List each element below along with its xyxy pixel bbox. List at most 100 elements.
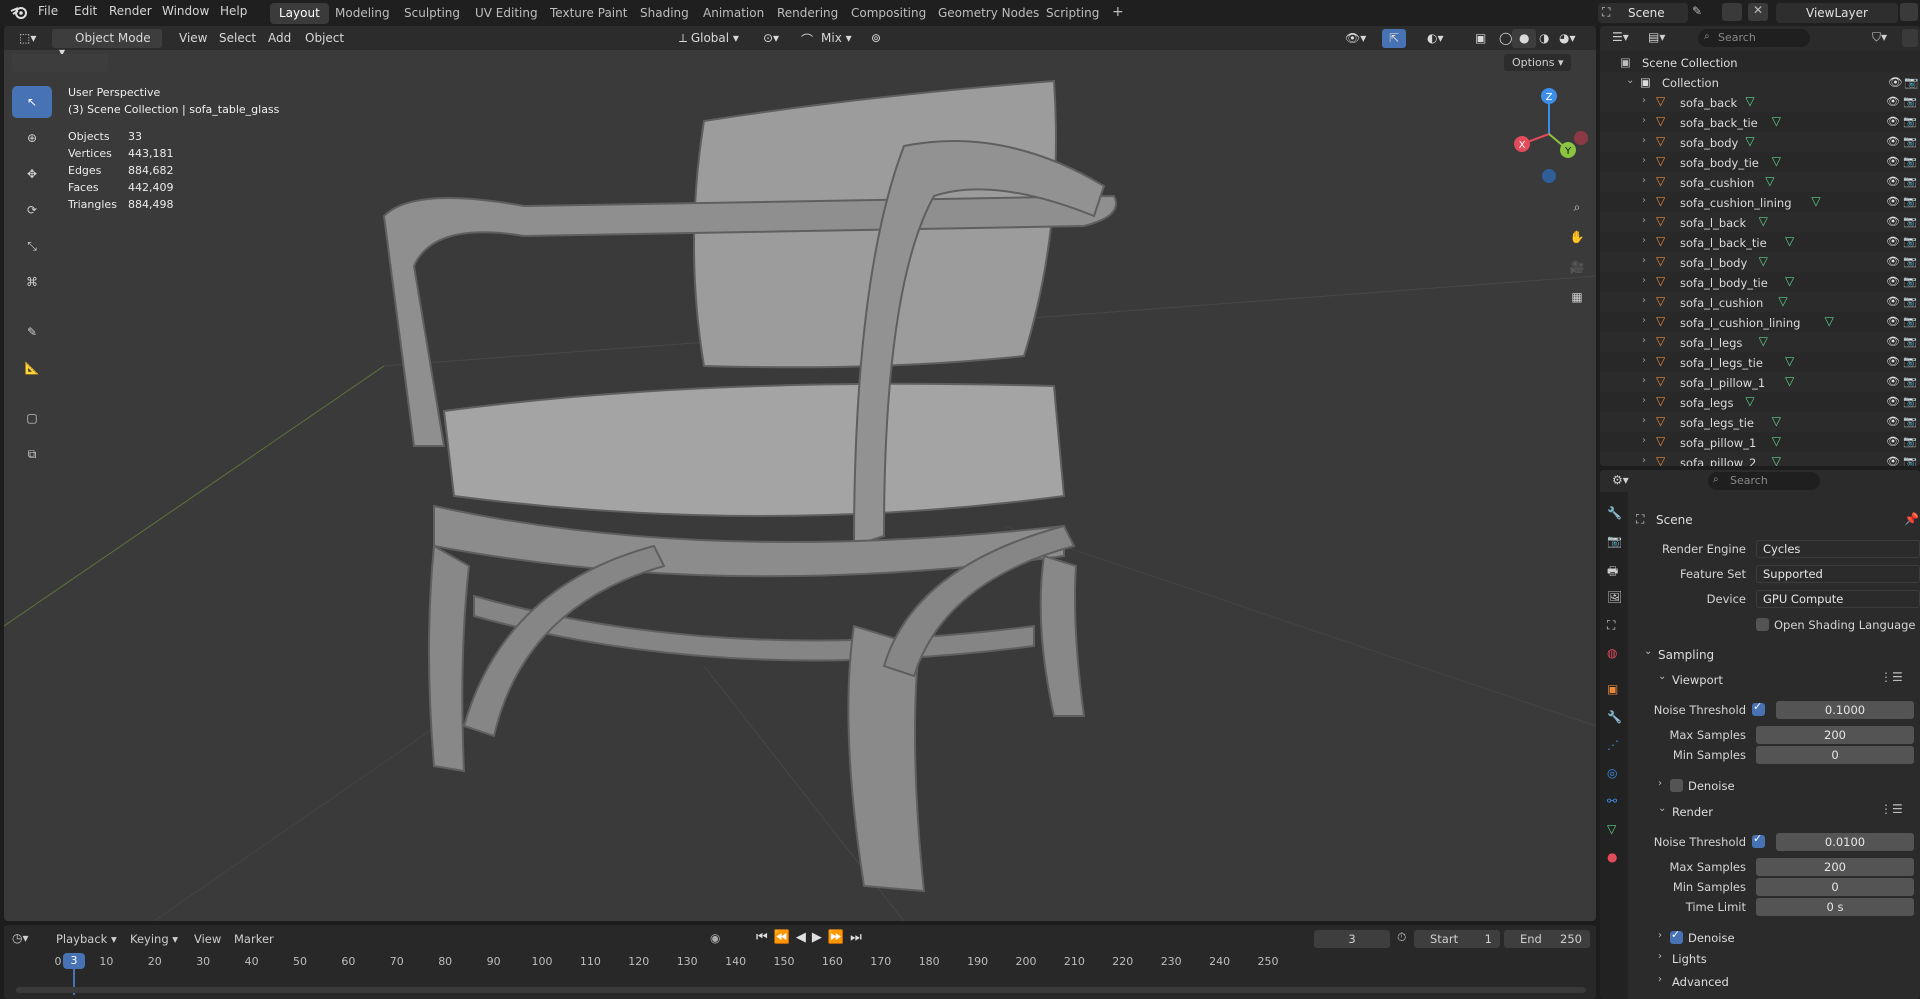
properties-editor-type-icon[interactable]: ⚙▾ — [1612, 473, 1629, 487]
vp-max-samples-field[interactable]: 200 — [1756, 726, 1914, 744]
outliner-object-row[interactable]: › ▽ sofa_legs ▽ 👁 📷 — [1600, 392, 1920, 412]
camera-icon[interactable]: 📷 — [1904, 75, 1918, 89]
add-object-tool[interactable]: ⧉ — [12, 438, 52, 470]
osl-checkbox[interactable] — [1756, 618, 1769, 631]
snap-mode-dropdown[interactable]: Mix ▾ — [814, 29, 859, 48]
add-workspace-button[interactable]: + — [1103, 1, 1133, 22]
expand-chevron-icon[interactable]: › — [1642, 95, 1646, 106]
camera-icon[interactable]: 📷 — [1903, 95, 1917, 108]
view-layer-selector[interactable]: ViewLayer — [1776, 3, 1898, 23]
timeline-scrollbar[interactable] — [16, 987, 1586, 993]
menu-help[interactable]: Help — [220, 4, 247, 18]
camera-icon[interactable]: 📷 — [1903, 115, 1917, 128]
outliner-object-row[interactable]: › ▽ sofa_cushion ▽ 👁 📷 — [1600, 172, 1920, 192]
scale-tool[interactable]: ⤡ — [12, 230, 52, 262]
eye-icon[interactable]: 👁 — [1886, 355, 1900, 368]
mesh-data-icon[interactable]: ▽ — [1785, 354, 1794, 368]
list-menu-icon[interactable]: ⋮☰ — [1880, 670, 1903, 684]
material-tab-icon[interactable]: ● — [1607, 850, 1617, 864]
cursor-tool[interactable]: ⊕ — [12, 122, 52, 154]
eye-icon[interactable]: 👁 — [1886, 295, 1900, 308]
camera-icon[interactable]: 📷 — [1903, 315, 1917, 328]
mesh-data-icon[interactable]: ▽ — [1745, 94, 1754, 108]
tool-tab-icon[interactable]: 🔧 — [1607, 506, 1622, 520]
menu-window[interactable]: Window — [162, 4, 209, 18]
mesh-data-icon[interactable]: ▽ — [1785, 374, 1794, 388]
add-cube-tool[interactable]: ▢ — [12, 402, 52, 434]
physics-tab-icon[interactable]: ◎ — [1607, 766, 1617, 780]
camera-icon[interactable]: 📷 — [1903, 435, 1917, 448]
tab-compositing[interactable]: Compositing — [842, 3, 935, 24]
menu-view[interactable]: View — [172, 29, 214, 48]
mesh-data-icon[interactable]: ▽ — [1778, 294, 1787, 308]
outliner-object-row[interactable]: › ▽ sofa_l_legs ▽ 👁 📷 — [1600, 332, 1920, 352]
expand-chevron-icon[interactable]: › — [1642, 375, 1646, 386]
outliner-object-row[interactable]: › ▽ sofa_l_body ▽ 👁 📷 — [1600, 252, 1920, 272]
outliner-object-row[interactable]: › ▽ sofa_cushion_lining ▽ 👁 📷 — [1600, 192, 1920, 212]
new-view-layer-icon[interactable] — [1900, 3, 1918, 21]
outliner-object-row[interactable]: › ▽ sofa_l_cushion ▽ 👁 📷 — [1600, 292, 1920, 312]
mesh-data-icon[interactable]: ▽ — [1745, 394, 1754, 408]
outliner-object-row[interactable]: › ▽ sofa_back ▽ 👁 📷 — [1600, 92, 1920, 112]
camera-icon[interactable]: 📷 — [1903, 355, 1917, 368]
pivot-icon[interactable]: ⊙▾ — [756, 29, 786, 48]
camera-icon[interactable]: 📷 — [1903, 175, 1917, 188]
mesh-data-icon[interactable]: ▽ — [1745, 134, 1754, 148]
menu-render[interactable]: Render — [109, 4, 152, 18]
select-box-tool[interactable]: ↖ — [12, 86, 52, 118]
r-max-samples-field[interactable]: 200 — [1756, 858, 1914, 876]
device-dropdown[interactable]: GPU Compute — [1756, 590, 1920, 608]
outliner-object-row[interactable]: › ▽ sofa_legs_tie ▽ 👁 📷 — [1600, 412, 1920, 432]
measure-tool[interactable]: 📐 — [12, 352, 52, 384]
editor-type-icon[interactable]: ⬚▾ — [12, 29, 43, 48]
eye-icon[interactable]: 👁 — [1886, 335, 1900, 348]
vp-denoise-subpanel-header[interactable]: Denoise — [1688, 779, 1735, 793]
chevron-down-icon[interactable]: ⌄ — [1658, 803, 1666, 814]
outliner-object-row[interactable]: › ▽ sofa_body_tie ▽ 👁 📷 — [1600, 152, 1920, 172]
camera-icon[interactable]: 📷 — [1903, 295, 1917, 308]
3d-viewport[interactable]: ⬚▾ Object Mode ▾ View Select Add Object … — [4, 26, 1596, 921]
expand-chevron-icon[interactable]: › — [1642, 215, 1646, 226]
camera-icon[interactable]: 📷 — [1903, 195, 1917, 208]
gizmo-toggle-icon[interactable]: ⇱ — [1382, 29, 1407, 48]
expand-chevron-icon[interactable]: › — [1642, 335, 1646, 346]
transform-tool[interactable]: ⌘ — [12, 266, 52, 298]
mesh-data-icon[interactable]: ▽ — [1811, 194, 1820, 208]
mesh-data-icon[interactable]: ▽ — [1785, 234, 1794, 248]
delete-scene-icon[interactable]: ✕ — [1748, 3, 1768, 21]
camera-icon[interactable]: 📷 — [1903, 275, 1917, 288]
r-noise-threshold-checkbox[interactable] — [1752, 832, 1765, 848]
vp-min-samples-field[interactable]: 0 — [1756, 746, 1914, 764]
mesh-data-icon[interactable]: ▽ — [1759, 214, 1768, 228]
new-scene-icon[interactable] — [1722, 3, 1742, 21]
ortho-toggle-button[interactable]: ▦ — [1564, 284, 1590, 310]
mesh-data-icon[interactable]: ▽ — [1772, 454, 1781, 466]
camera-icon[interactable]: 📷 — [1903, 335, 1917, 348]
camera-icon[interactable]: 📷 — [1903, 255, 1917, 268]
zoom-view-button[interactable]: ⌕ — [1564, 194, 1590, 220]
chevron-right-icon[interactable]: › — [1658, 930, 1662, 941]
advanced-subpanel-header[interactable]: Advanced — [1672, 975, 1729, 989]
camera-icon[interactable]: 📷 — [1903, 375, 1917, 388]
outliner-object-row[interactable]: › ▽ sofa_body ▽ 👁 📷 — [1600, 132, 1920, 152]
expand-chevron-icon[interactable]: › — [1642, 195, 1646, 206]
vp-noise-threshold-checkbox[interactable] — [1752, 700, 1765, 716]
eye-icon[interactable]: 👁 — [1886, 395, 1900, 408]
camera-icon[interactable]: 📷 — [1903, 455, 1917, 466]
vp-noise-threshold-field[interactable]: 0.1000 — [1776, 701, 1914, 719]
scene-tab-icon[interactable]: ⛶ — [1607, 618, 1615, 633]
scene-selector[interactable]: ⛶ Scene — [1598, 3, 1688, 23]
r-denoise-subpanel-header[interactable]: Denoise — [1688, 931, 1735, 945]
eye-icon[interactable]: 👁 — [1888, 75, 1903, 89]
expand-chevron-icon[interactable]: › — [1642, 455, 1646, 466]
outliner-object-row[interactable]: › ▽ sofa_pillow_1 ▽ 👁 📷 — [1600, 432, 1920, 452]
tab-scripting[interactable]: Scripting — [1037, 3, 1108, 24]
eye-icon[interactable]: 👁 — [1886, 235, 1900, 248]
camera-icon[interactable]: 📷 — [1903, 135, 1917, 148]
eye-icon[interactable]: 👁 — [1886, 115, 1900, 128]
tab-shading[interactable]: Shading — [631, 3, 698, 24]
camera-icon[interactable]: 📷 — [1903, 215, 1917, 228]
outliner-search-input[interactable]: Search — [1698, 29, 1810, 47]
outliner-object-row[interactable]: › ▽ sofa_l_cushion_lining ▽ 👁 📷 — [1600, 312, 1920, 332]
annotate-tool[interactable]: ✎ — [12, 316, 52, 348]
